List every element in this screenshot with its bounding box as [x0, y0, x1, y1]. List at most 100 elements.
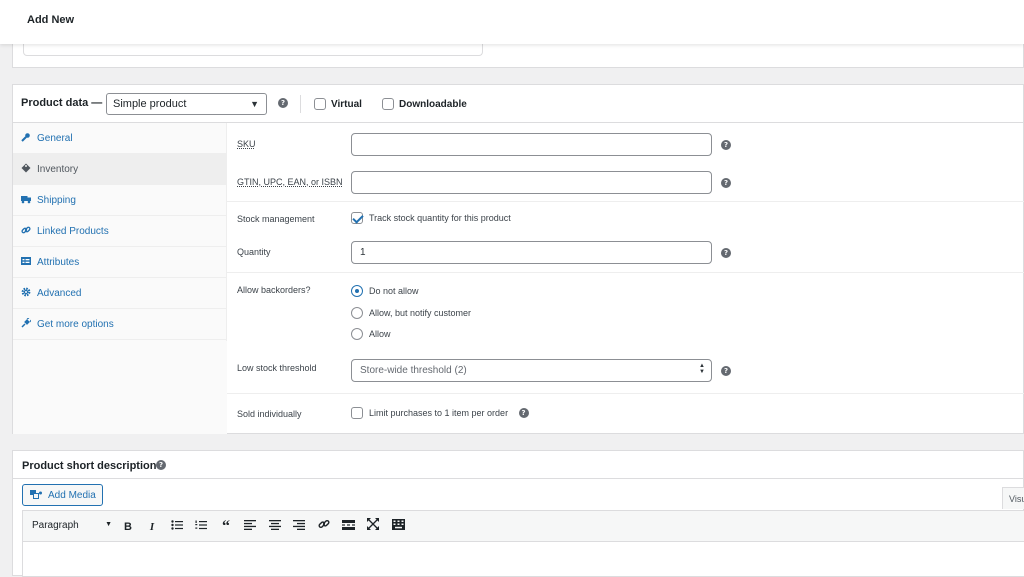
- bold-icon[interactable]: B: [119, 518, 137, 536]
- numbered-list-icon[interactable]: [192, 518, 210, 536]
- virtual-label: Virtual: [331, 98, 362, 110]
- low-stock-help-icon[interactable]: ?: [721, 366, 731, 376]
- editor-toolbar: Paragraph ▼ B I “: [22, 510, 1024, 542]
- align-center-icon[interactable]: [266, 518, 284, 536]
- product-type-select[interactable]: Simple product ▼: [106, 93, 267, 115]
- chevron-down-icon: ▼: [250, 99, 259, 109]
- tab-linked-products-label: Linked Products: [37, 226, 109, 237]
- downloadable-option[interactable]: Downloadable: [382, 98, 467, 110]
- tab-shipping[interactable]: Shipping: [13, 185, 227, 216]
- tab-linked-products[interactable]: Linked Products: [13, 216, 227, 247]
- sku-label: SKU: [237, 139, 256, 149]
- stock-management-checkbox[interactable]: [351, 212, 363, 224]
- low-stock-placeholder: Store-wide threshold (2): [360, 365, 467, 376]
- tab-advanced[interactable]: Advanced: [13, 278, 227, 309]
- quantity-label: Quantity: [237, 247, 271, 257]
- backorder-option-notify[interactable]: Allow, but notify customer: [351, 307, 471, 319]
- tab-attributes[interactable]: Attributes: [13, 247, 227, 278]
- add-media-button[interactable]: Add Media: [22, 484, 103, 506]
- chevron-down-icon: ▼: [105, 521, 112, 528]
- allow-label: Allow: [369, 329, 391, 339]
- tab-inventory-label: Inventory: [37, 164, 79, 175]
- blockquote-icon[interactable]: “: [217, 518, 235, 536]
- notify-radio[interactable]: [351, 307, 363, 319]
- product-data-panel: Product data — Simple product ▼ ? Virtua…: [12, 84, 1024, 434]
- stock-management-text: Track stock quantity for this product: [369, 213, 511, 223]
- downloadable-checkbox[interactable]: [382, 98, 394, 110]
- align-left-icon[interactable]: [241, 518, 259, 536]
- backorder-option-do-not-allow[interactable]: Do not allow: [351, 285, 419, 297]
- sold-individually-option[interactable]: Limit purchases to 1 item per order ?: [351, 407, 529, 419]
- fullscreen-icon[interactable]: [364, 518, 382, 536]
- tag-icon: [21, 163, 31, 173]
- divider: [227, 272, 1024, 273]
- divider: [227, 201, 1024, 202]
- backorder-option-allow[interactable]: Allow: [351, 328, 391, 340]
- product-data-label: Product data —: [21, 97, 103, 109]
- link-icon: [21, 225, 31, 235]
- align-right-icon[interactable]: [290, 518, 308, 536]
- inventory-fields: SKU ? GTIN, UPC, EAN, or ISBN ? Stock ma…: [227, 123, 1024, 434]
- virtual-checkbox[interactable]: [314, 98, 326, 110]
- format-select-value: Paragraph: [32, 520, 79, 531]
- previous-field[interactable]: [23, 42, 483, 56]
- keyboard-icon[interactable]: [389, 518, 407, 536]
- product-data-tabs: General Inventory Shipping Linked Produc…: [13, 123, 227, 434]
- tab-get-more-options-label: Get more options: [37, 319, 114, 330]
- help-icon[interactable]: ?: [156, 460, 166, 470]
- stock-management-label: Stock management: [237, 214, 315, 224]
- downloadable-label: Downloadable: [399, 98, 467, 110]
- sku-help-icon[interactable]: ?: [721, 140, 731, 150]
- top-bar: Add New: [0, 0, 1024, 44]
- tab-inventory[interactable]: Inventory: [13, 154, 227, 185]
- read-more-icon[interactable]: [339, 518, 357, 536]
- gtin-label: GTIN, UPC, EAN, or ISBN: [237, 177, 343, 187]
- sold-individually-help-icon[interactable]: ?: [518, 408, 529, 418]
- previous-panel: [12, 42, 1024, 68]
- tabs-filler: [13, 341, 227, 434]
- product-data-header: Product data — Simple product ▼ ? Virtua…: [13, 85, 1024, 123]
- allow-radio[interactable]: [351, 328, 363, 340]
- sold-individually-text: Limit purchases to 1 item per order: [369, 408, 509, 418]
- sold-individually-checkbox[interactable]: [351, 407, 363, 419]
- list-icon: [21, 256, 31, 266]
- editor-content-area[interactable]: [22, 542, 1024, 577]
- short-description-header: Product short description ?: [13, 451, 1024, 479]
- do-not-allow-radio[interactable]: [351, 285, 363, 297]
- sold-individually-label: Sold individually: [237, 409, 302, 419]
- low-stock-label: Low stock threshold: [237, 363, 317, 373]
- media-icon: [30, 489, 43, 504]
- help-icon[interactable]: ?: [278, 98, 288, 108]
- add-media-label: Add Media: [48, 490, 96, 501]
- sku-input[interactable]: [351, 133, 712, 156]
- gtin-help-icon[interactable]: ?: [721, 178, 731, 188]
- plugin-icon: [21, 317, 32, 328]
- number-spinner-icon[interactable]: ▲ ▼: [699, 363, 705, 375]
- tab-shipping-label: Shipping: [37, 195, 76, 206]
- low-stock-input[interactable]: Store-wide threshold (2) ▲ ▼: [351, 359, 712, 382]
- product-type-value: Simple product: [113, 98, 187, 110]
- link-icon[interactable]: [315, 518, 333, 536]
- tab-general[interactable]: General: [13, 123, 227, 154]
- tab-visual-label: Visual: [1009, 494, 1024, 504]
- page-title: Add New: [27, 14, 75, 26]
- tab-general-label: General: [37, 133, 73, 144]
- divider: [227, 393, 1024, 394]
- quantity-input[interactable]: [351, 241, 712, 264]
- tab-visual[interactable]: Visual: [1002, 487, 1024, 509]
- divider: [300, 95, 301, 113]
- stock-management-option[interactable]: Track stock quantity for this product: [351, 212, 511, 224]
- format-select[interactable]: Paragraph ▼: [28, 518, 114, 536]
- notify-label: Allow, but notify customer: [369, 308, 472, 318]
- tab-get-more-options[interactable]: Get more options: [13, 309, 227, 340]
- backorders-label: Allow backorders?: [237, 285, 311, 295]
- bullet-list-icon[interactable]: [168, 518, 186, 536]
- gear-icon: [21, 287, 31, 297]
- italic-icon[interactable]: I: [143, 518, 161, 536]
- tab-attributes-label: Attributes: [37, 257, 80, 268]
- gtin-input[interactable]: [351, 171, 712, 194]
- quantity-help-icon[interactable]: ?: [721, 248, 731, 258]
- short-description-title: Product short description: [22, 460, 157, 472]
- truck-icon: [21, 194, 31, 204]
- virtual-option[interactable]: Virtual: [314, 98, 362, 110]
